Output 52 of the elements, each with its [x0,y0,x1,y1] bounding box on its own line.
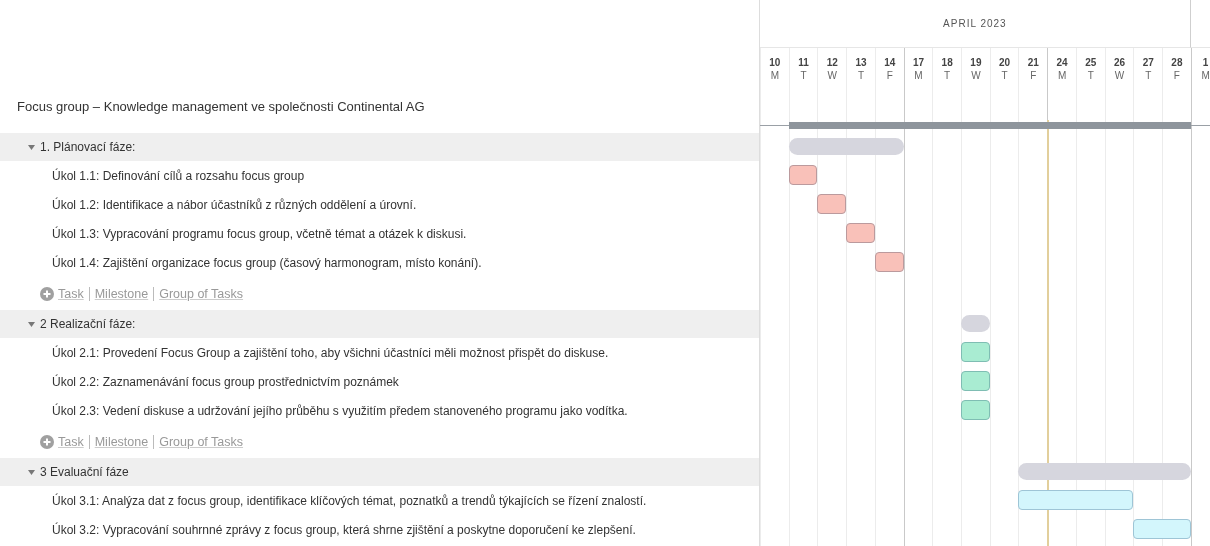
weekday-label: F [886,69,893,82]
day-number: 26 [1113,56,1126,69]
task-label: Úkol 3.1: Analýza dat z focus group, identifikace klíčových témat, poznatků a trendů týkajících se řízení znalostí. [52,493,647,508]
weekday-label: W [1114,69,1125,82]
day-number: 18 [941,56,953,69]
weekday-label: F [1030,69,1037,82]
weekday-label: M [1057,69,1067,82]
weekday-label: T [800,69,807,82]
day-number: 21 [1027,56,1039,69]
task-label: Úkol 1.2: Identifikace a nábor účastníků z různých oddělení a úrovní. [52,197,417,212]
add-link[interactable]: Group of Tasks [153,286,249,301]
weekday-label: W [827,69,837,82]
task-label: Úkol 1.4: Zajištění organizace focus group (časový harmonogram, místo konání). [52,255,482,270]
weekday-label: M [914,69,923,82]
weekday-label: M [1201,69,1210,82]
add-link[interactable]: Milestone [88,286,154,301]
task-label: Úkol 3.2: Vypracování souhrnné zprávy z focus group, která shrne zjištění a poskytne doporučení ke zlepšení. [52,522,636,537]
day-number: 19 [970,56,982,69]
weekday-label: T [944,69,951,82]
day-number: 20 [999,56,1011,69]
weekday-label: T [857,69,865,82]
weekday-label: T [1001,69,1008,82]
add-link[interactable]: Task [58,286,89,301]
task-label: Úkol 1.1: Definování cílů a rozsahu focus group [52,168,305,183]
day-number: 25 [1085,56,1097,69]
day-number: 17 [912,56,924,69]
weekday-label: T [1087,69,1094,82]
group-label: 3 Evaluační fáze [40,465,129,479]
day-number: 1 [1202,56,1209,69]
group-label: 1. Plánovací fáze: [40,140,136,154]
day-number: 10 [769,56,781,69]
task-label: Úkol 1.3: Vypracování programu focus group, včetně témat a otázek k diskusi. [52,226,467,241]
project-title: Focus group – Knowledge management ve společnosti Continental AG [16,99,425,116]
day-number: 11 [798,56,809,69]
task-label: Úkol 2.2: Zaznamenávání focus group prostřednictvím poznámek [52,374,399,389]
weekday-label: F [1173,69,1180,82]
add-link[interactable]: Milestone [88,434,154,449]
day-number: 12 [826,56,838,69]
day-number: 14 [884,56,896,69]
day-number: 24 [1056,56,1068,69]
add-link[interactable]: Group of Tasks [153,434,249,449]
day-number: 27 [1142,56,1154,69]
day-number: 13 [855,56,867,69]
task-label: Úkol 2.3: Vedení diskuse a udržování jejího průběhu s využitím předem stanoveného programu jako vodítka. [52,403,628,418]
day-number: 28 [1171,56,1183,69]
weekday-label: M [770,69,780,82]
weekday-label: W [971,69,981,82]
weekday-label: T [1145,69,1152,82]
add-link[interactable]: Task [58,434,89,449]
group-label: 2 Realizační fáze: [40,317,136,331]
task-label: Úkol 2.1: Provedení Focus Group a zajištění toho, aby všichni účastníci měli možnost přispět do diskuse. [52,345,609,360]
month-label: APRIL 2023 [760,0,1191,48]
